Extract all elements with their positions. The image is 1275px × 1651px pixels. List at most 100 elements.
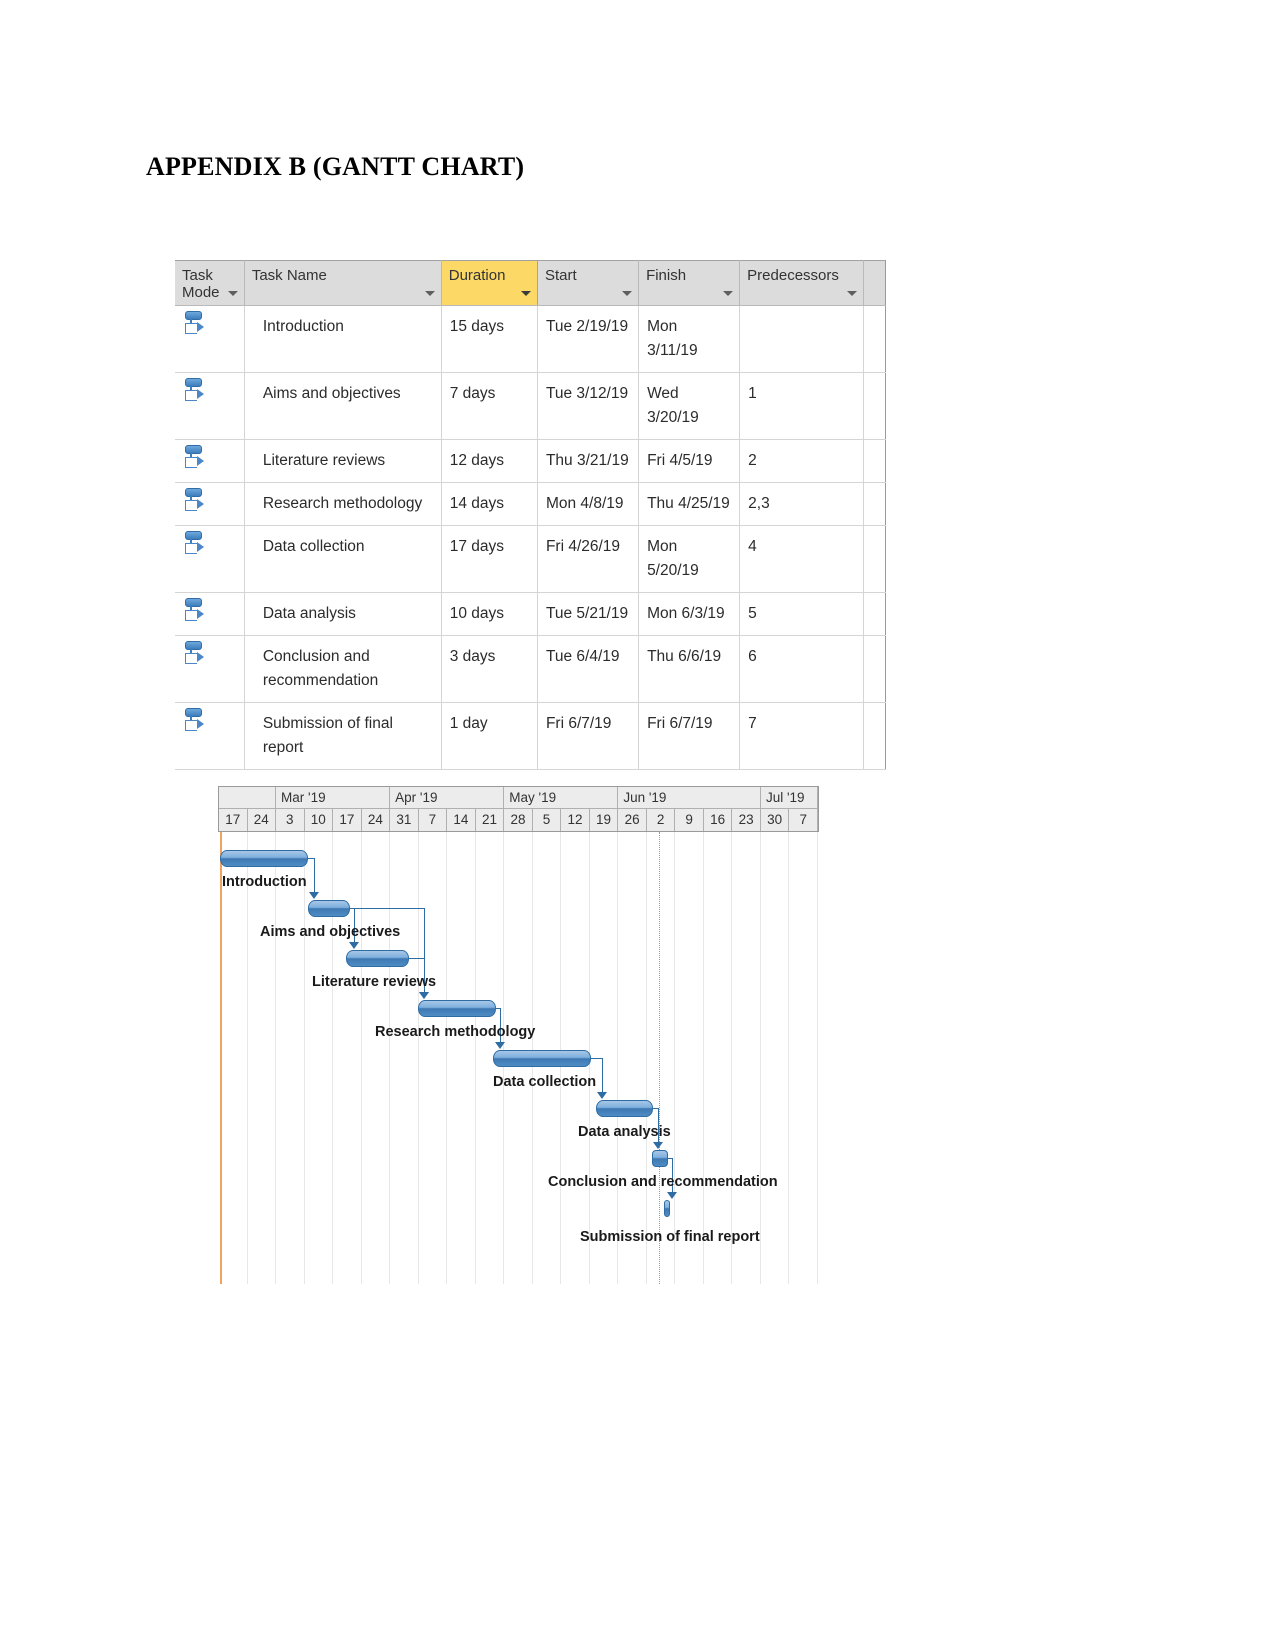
cell-finish[interactable]: Mon 5/20/19 — [638, 525, 741, 594]
cell-finish[interactable]: Fri 6/7/19 — [638, 702, 741, 771]
cell-duration[interactable]: 14 days — [441, 482, 538, 527]
cell-start[interactable]: Tue 2/19/19 — [537, 305, 640, 374]
cell-finish[interactable]: Fri 4/5/19 — [638, 439, 741, 484]
column-header-predecessors[interactable]: Predecessors — [739, 260, 865, 306]
gantt-bar[interactable] — [652, 1150, 668, 1167]
table-row[interactable]: Conclusion and recommendation 3 days Tue… — [175, 635, 886, 704]
cell-finish[interactable]: Thu 4/25/19 — [638, 482, 741, 527]
cell-task-mode[interactable] — [175, 702, 245, 771]
chevron-down-icon[interactable] — [520, 291, 531, 296]
cell-start[interactable]: Mon 4/8/19 — [537, 482, 640, 527]
cell-start[interactable]: Tue 3/12/19 — [537, 372, 640, 441]
cell-finish[interactable]: Wed 3/20/19 — [638, 372, 741, 441]
table-row[interactable]: Aims and objectives 7 days Tue 3/12/19 W… — [175, 372, 886, 441]
cell-predecessors[interactable]: 4 — [739, 525, 865, 594]
cell-task-name[interactable]: Data collection — [244, 525, 442, 594]
chevron-down-icon[interactable] — [847, 291, 858, 296]
cell-task-name[interactable]: Aims and objectives — [244, 372, 442, 441]
column-header-task-mode[interactable]: Task Mode — [175, 260, 245, 306]
cell-task-name[interactable]: Data analysis — [244, 592, 442, 637]
cell-task-mode[interactable] — [175, 439, 245, 484]
cell-task-mode[interactable] — [175, 372, 245, 441]
cell-task-mode[interactable] — [175, 635, 245, 704]
cell-duration[interactable]: 15 days — [441, 305, 538, 374]
gantt-week-tick: 21 — [475, 809, 505, 831]
cell-duration[interactable]: 3 days — [441, 635, 538, 704]
gantt-week-tick: 12 — [561, 809, 590, 831]
cell-predecessors[interactable]: 5 — [739, 592, 865, 637]
gantt-bar[interactable] — [418, 1000, 496, 1017]
cell-task-name[interactable]: Conclusion and recommendation — [244, 635, 442, 704]
column-header-task-name[interactable]: Task Name — [244, 260, 442, 306]
gantt-week-tick: 2 — [646, 809, 676, 831]
cell-task-name[interactable]: Literature reviews — [244, 439, 442, 484]
gantt-bar[interactable] — [346, 950, 409, 967]
chevron-down-icon[interactable] — [227, 291, 238, 296]
table-row[interactable]: Literature reviews 12 days Thu 3/21/19 F… — [175, 439, 886, 484]
cell-predecessors[interactable] — [739, 305, 865, 374]
cell-task-name[interactable]: Submission of final report — [244, 702, 442, 771]
table-row[interactable]: Research methodology 14 days Mon 4/8/19 … — [175, 482, 886, 527]
table-row[interactable]: Introduction 15 days Tue 2/19/19 Mon 3/1… — [175, 305, 886, 374]
auto-schedule-icon — [183, 640, 205, 666]
table-row[interactable]: Submission of final report 1 day Fri 6/7… — [175, 702, 886, 771]
column-header-task-mode-label: Task Mode — [182, 267, 220, 301]
cell-start[interactable]: Thu 3/21/19 — [537, 439, 640, 484]
column-header-start[interactable]: Start — [537, 260, 640, 306]
cell-start[interactable]: Fri 4/26/19 — [537, 525, 640, 594]
gantt-gridline — [645, 832, 647, 1284]
table-row[interactable]: Data collection 17 days Fri 4/26/19 Mon … — [175, 525, 886, 594]
gantt-bar[interactable] — [308, 900, 350, 917]
cell-spacer — [863, 482, 886, 527]
cell-predecessors[interactable]: 6 — [739, 635, 865, 704]
gantt-gridline — [759, 832, 761, 1284]
dependency-arrow-icon — [653, 1142, 663, 1149]
cell-predecessors[interactable]: 2,3 — [739, 482, 865, 527]
dependency-link-segment — [314, 858, 315, 893]
cell-spacer — [863, 702, 886, 771]
chevron-down-icon[interactable] — [424, 291, 435, 296]
column-header-duration[interactable]: Duration — [441, 260, 538, 306]
cell-duration[interactable]: 17 days — [441, 525, 538, 594]
gantt-week-tick: 9 — [675, 809, 704, 831]
column-header-task-name-label: Task Name — [251, 267, 327, 284]
cell-predecessors[interactable]: 2 — [739, 439, 865, 484]
gantt-gridline — [360, 832, 362, 1284]
gantt-gridline — [674, 832, 676, 1284]
cell-start[interactable]: Tue 6/4/19 — [537, 635, 640, 704]
cell-start[interactable]: Tue 5/21/19 — [537, 592, 640, 637]
cell-finish[interactable]: Mon 6/3/19 — [638, 592, 741, 637]
table-row[interactable]: Data analysis 10 days Tue 5/21/19 Mon 6/… — [175, 592, 886, 637]
cell-spacer — [863, 592, 886, 637]
cell-task-mode[interactable] — [175, 482, 245, 527]
cell-predecessors[interactable]: 1 — [739, 372, 865, 441]
cell-duration[interactable]: 7 days — [441, 372, 538, 441]
column-header-finish[interactable]: Finish — [638, 260, 741, 306]
chevron-down-icon[interactable] — [723, 291, 734, 296]
cell-predecessors[interactable]: 7 — [739, 702, 865, 771]
gantt-bar-label: Conclusion and recommendation — [548, 1174, 778, 1190]
gantt-bar[interactable] — [220, 850, 308, 867]
cell-start[interactable]: Fri 6/7/19 — [537, 702, 640, 771]
gantt-bar-label: Introduction — [222, 874, 307, 890]
task-table: Task Mode Task Name Duration Start Finis… — [175, 260, 886, 771]
cell-task-mode[interactable] — [175, 592, 245, 637]
cell-spacer — [863, 525, 886, 594]
cell-finish[interactable]: Mon 3/11/19 — [638, 305, 741, 374]
gantt-bar[interactable] — [664, 1200, 670, 1217]
gantt-bar-label: Data collection — [493, 1074, 597, 1090]
table-body: Task Mode Task Name Duration Start Finis… — [175, 260, 886, 771]
cell-task-name[interactable]: Research methodology — [244, 482, 442, 527]
cell-task-mode[interactable] — [175, 305, 245, 374]
chevron-down-icon[interactable] — [622, 291, 633, 296]
cell-spacer — [863, 305, 886, 374]
cell-task-mode[interactable] — [175, 525, 245, 594]
gantt-bar[interactable] — [596, 1100, 653, 1117]
cell-duration[interactable]: 12 days — [441, 439, 538, 484]
cell-finish[interactable]: Thu 6/6/19 — [638, 635, 741, 704]
cell-duration[interactable]: 1 day — [441, 702, 538, 771]
cell-duration[interactable]: 10 days — [441, 592, 538, 637]
gantt-week-tick: 26 — [618, 809, 647, 831]
gantt-bar[interactable] — [493, 1050, 591, 1067]
cell-task-name[interactable]: Introduction — [244, 305, 442, 374]
